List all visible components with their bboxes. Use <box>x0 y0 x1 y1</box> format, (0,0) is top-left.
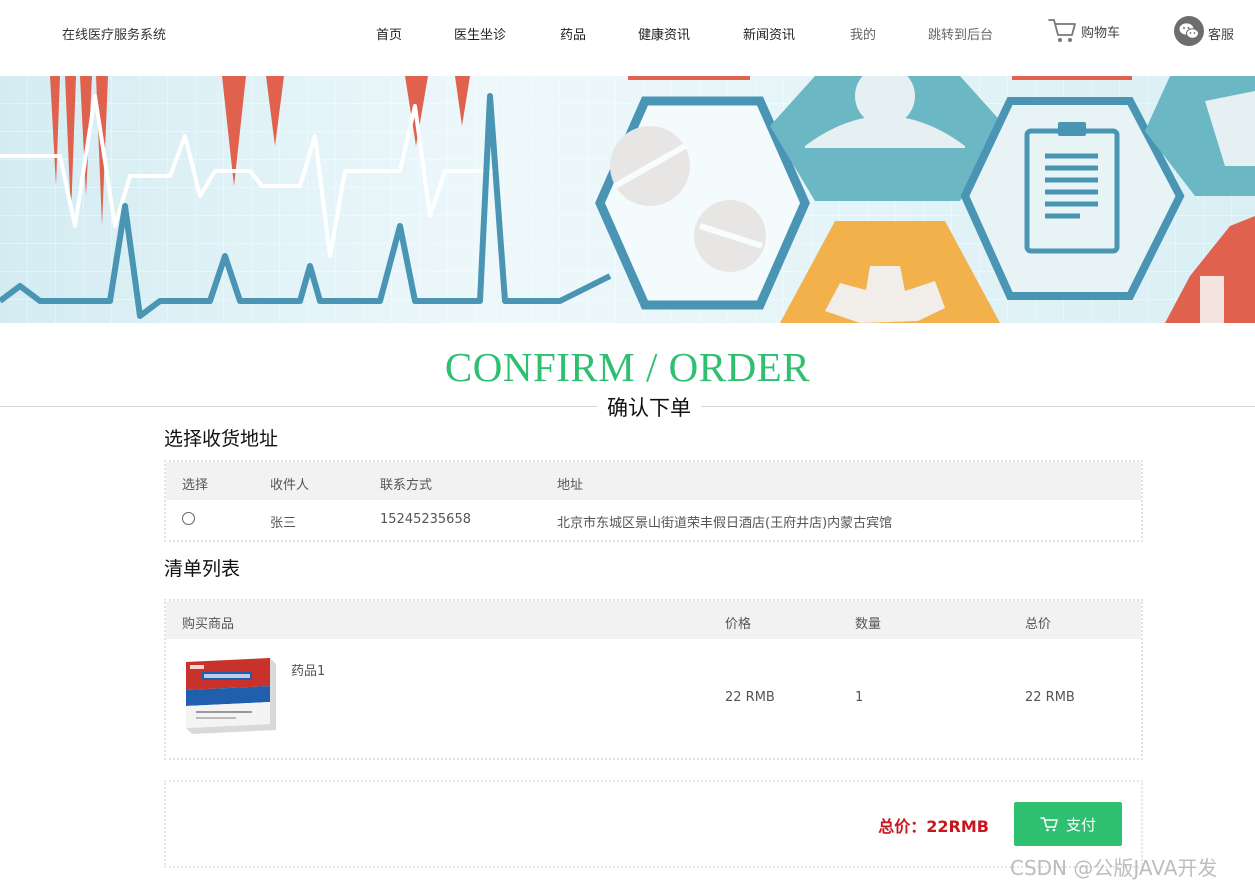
table-row: 药品1 22 RMB 1 22 RMB <box>166 639 1141 756</box>
col-contact: 联系方式 <box>380 478 433 493</box>
nav-home[interactable]: 首页 <box>376 24 402 43</box>
nav-mine[interactable]: 我的 <box>850 24 876 43</box>
top-header: 在线医疗服务系统 首页 医生坐诊 药品 健康资讯 新闻资讯 我的 跳转到后台 购… <box>0 0 1255 76</box>
pay-button-label: 支付 <box>1065 815 1096 834</box>
cart-label: 购物车 <box>1081 26 1121 41</box>
product-name[interactable]: 药品1 <box>291 660 325 679</box>
section-title-cn: 确认下单 <box>597 392 701 422</box>
order-table: 购买商品 价格 数量 总价 药品1 22 RMB 1 22 RMB <box>164 599 1143 760</box>
recipient-address: 北京市东城区景山街道荣丰假日酒店(王府井店)内蒙古宾馆 <box>557 516 893 531</box>
product-total: 22 RMB <box>1025 690 1075 705</box>
banner-illustration <box>0 76 1255 323</box>
table-row[interactable]: 张三 15245235658 北京市东城区景山街道荣丰假日酒店(王府井店)内蒙古… <box>166 500 1141 540</box>
medical-banner <box>0 76 1255 323</box>
order-table-header: 购买商品 价格 数量 总价 <box>166 601 1141 639</box>
watermark: CSDN @公版JAVA开发 <box>1010 856 1218 880</box>
col-address: 地址 <box>557 478 584 493</box>
total-price: 总价：22RMB <box>878 817 989 836</box>
col-quantity: 数量 <box>855 617 882 632</box>
product-image[interactable] <box>182 656 278 736</box>
col-product: 购买商品 <box>182 617 235 632</box>
col-recipient: 收件人 <box>270 478 310 493</box>
section-title-en: CONFIRM / ORDER <box>444 344 811 390</box>
order-summary: 总价：22RMB 支付 <box>164 780 1143 868</box>
nav-admin[interactable]: 跳转到后台 <box>928 24 993 43</box>
site-title[interactable]: 在线医疗服务系统 <box>62 24 166 43</box>
address-table-header: 选择 收件人 联系方式 地址 <box>166 462 1141 500</box>
nav-health-info[interactable]: 健康资讯 <box>638 24 690 43</box>
col-select: 选择 <box>182 478 209 493</box>
nav-medicine[interactable]: 药品 <box>560 24 586 43</box>
recipient-name: 张三 <box>270 516 297 531</box>
order-list-heading: 清单列表 <box>164 558 241 580</box>
recipient-phone: 15245235658 <box>380 512 471 527</box>
customer-service-link[interactable]: 客服 <box>1174 16 1234 46</box>
address-table: 选择 收件人 联系方式 地址 张三 15245235658 北京市东城区景山街道… <box>164 460 1143 542</box>
col-price: 价格 <box>725 617 752 632</box>
product-quantity: 1 <box>855 690 864 705</box>
service-label: 客服 <box>1208 28 1235 43</box>
address-heading: 选择收货地址 <box>164 428 279 450</box>
col-total: 总价 <box>1025 617 1052 632</box>
wechat-icon <box>1174 16 1204 46</box>
address-radio[interactable] <box>182 512 195 525</box>
nav-news[interactable]: 新闻资讯 <box>743 24 795 43</box>
pay-button[interactable]: 支付 <box>1014 802 1122 846</box>
cart-icon <box>1040 817 1058 832</box>
cart-icon <box>1048 19 1076 42</box>
cart-link[interactable]: 购物车 <box>1047 16 1120 44</box>
nav-doctor-consult[interactable]: 医生坐诊 <box>454 24 506 43</box>
product-price: 22 RMB <box>725 690 775 705</box>
